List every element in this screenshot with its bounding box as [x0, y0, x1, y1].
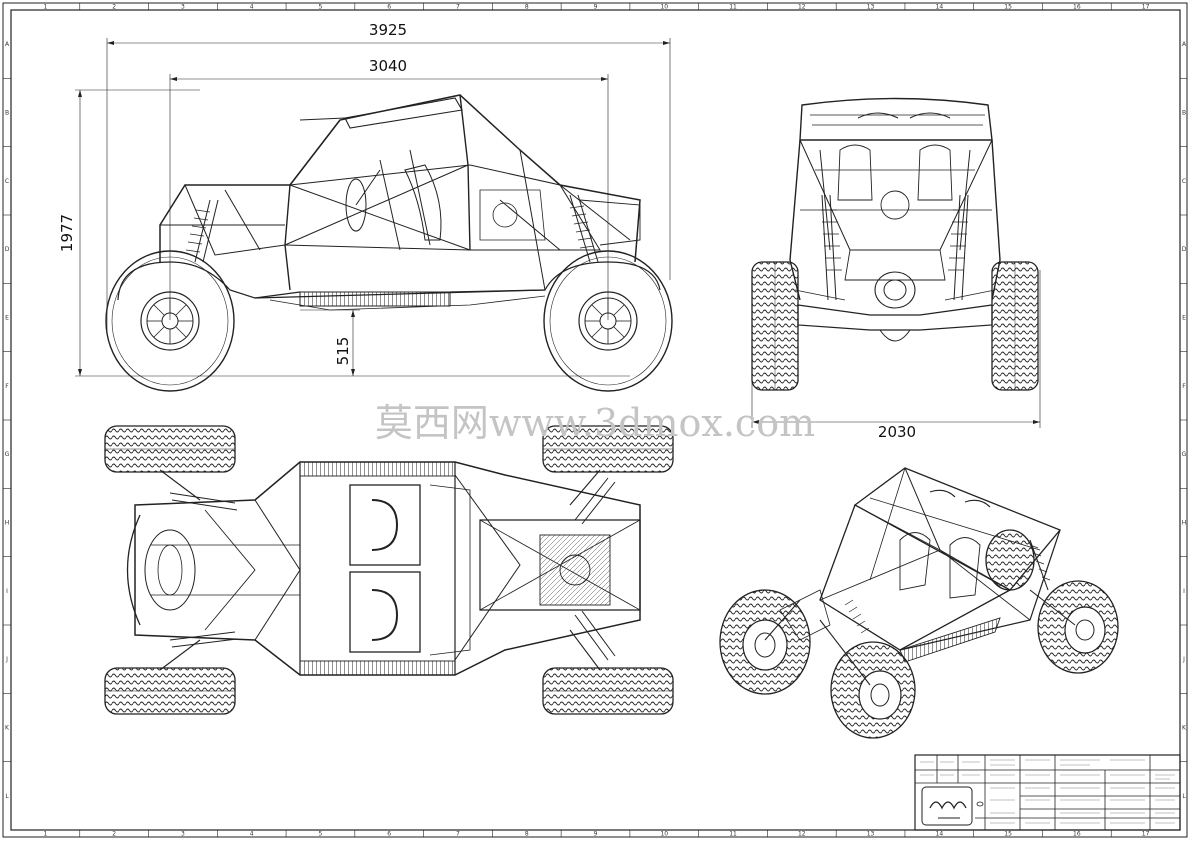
dim-wheelbase: 3040: [369, 57, 407, 75]
grid-label: 6: [387, 831, 391, 838]
dim-height: 1977: [58, 214, 76, 252]
grid-label: H: [1182, 520, 1187, 527]
grid-label: 4: [250, 831, 254, 838]
dim-width: 2030: [878, 423, 916, 441]
grid-label: B: [1182, 110, 1186, 117]
grid-label: 3: [181, 831, 185, 838]
grid-label: G: [1182, 451, 1187, 458]
grid-label: D: [5, 246, 10, 253]
grid-label: 12: [798, 831, 806, 838]
grid-label: C: [1182, 178, 1186, 185]
grid-label: 4: [250, 4, 254, 11]
grid-label: 17: [1142, 831, 1150, 838]
grid-label: 9: [594, 831, 598, 838]
grid-label: 10: [660, 4, 668, 11]
grid-label: 1: [43, 4, 47, 11]
grid-label: 3: [181, 4, 185, 11]
grid-label: 11: [729, 4, 737, 11]
grid-label: 12: [798, 4, 806, 11]
grid-label: H: [5, 520, 10, 527]
grid-label: 13: [867, 831, 875, 838]
grid-label: 15: [1004, 831, 1012, 838]
technical-drawing: 1122334455667788991010111112121313141415…: [0, 0, 1190, 840]
grid-label: 2: [112, 4, 116, 11]
grid-label: I: [1183, 588, 1185, 595]
grid-label: J: [5, 656, 8, 663]
watermark: 莫西网www.3dmox.com: [375, 401, 815, 445]
drawing-sheet: 1 1 2 2 3 3 4 4 5 5 6 6 7 7 8 8 9 9 10 10 11 11 12 12 13 13 14 14 15…: [0, 0, 1190, 840]
dim-ground-clearance: 515: [334, 337, 352, 366]
grid-label: G: [5, 451, 10, 458]
grid-label: 16: [1073, 4, 1081, 11]
grid-label: C: [5, 178, 9, 185]
grid-label: 14: [936, 4, 944, 11]
grid-label: 7: [456, 831, 460, 838]
grid-label: 6: [387, 4, 391, 11]
grid-label: 14: [936, 831, 944, 838]
grid-label: 15: [1004, 4, 1012, 11]
grid-label: 9: [594, 4, 598, 11]
grid-label: 8: [525, 831, 529, 838]
grid-label: 5: [319, 4, 323, 11]
grid-label: F: [1182, 383, 1186, 390]
grid-label: E: [1182, 315, 1186, 322]
grid-label: I: [6, 588, 8, 595]
grid-label: 16: [1073, 831, 1081, 838]
grid-label: B: [5, 110, 9, 117]
grid-label: 5: [319, 831, 323, 838]
grid-label: E: [5, 315, 9, 322]
grid-label: J: [1182, 656, 1185, 663]
grid-label: D: [1182, 246, 1187, 253]
grid-label: 1: [43, 831, 47, 838]
grid-label: 11: [729, 831, 737, 838]
grid-label: 7: [456, 4, 460, 11]
grid-label: 2: [112, 831, 116, 838]
grid-label: 13: [867, 4, 875, 11]
dim-overall-length: 3925: [369, 21, 407, 39]
grid-label: F: [5, 383, 9, 390]
grid-label: 8: [525, 4, 529, 11]
grid-label: 10: [660, 831, 668, 838]
grid-label: 17: [1142, 4, 1150, 11]
